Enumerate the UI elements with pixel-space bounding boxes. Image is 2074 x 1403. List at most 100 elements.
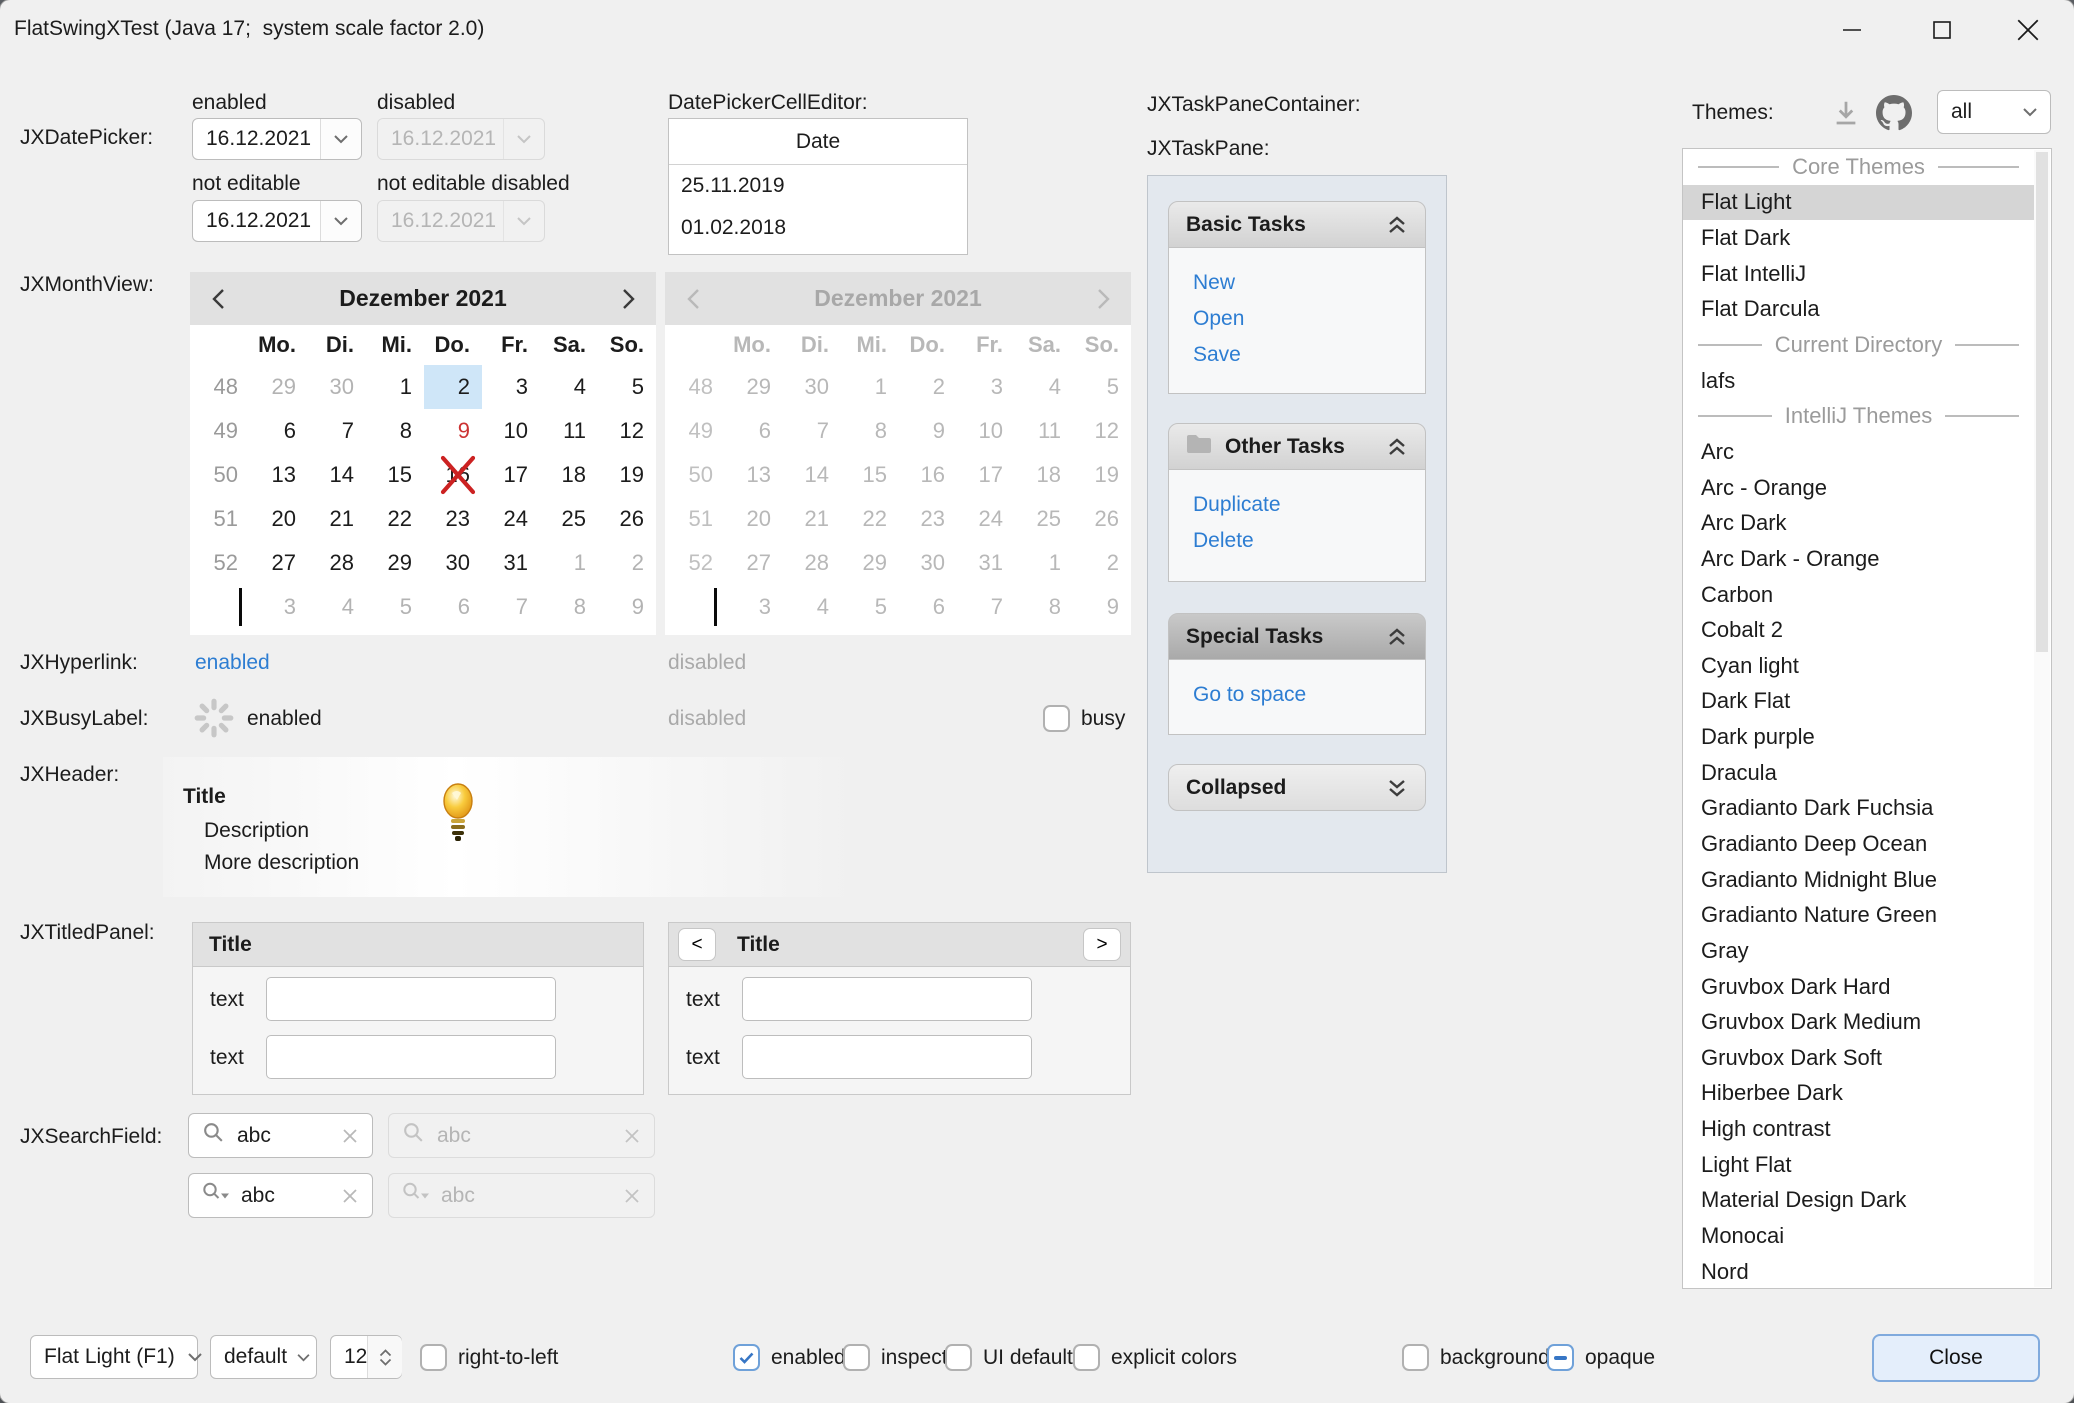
search-dropdown-icon[interactable] [201,1180,230,1211]
search-icon[interactable] [201,1120,226,1151]
checkbox-group-inspect[interactable]: inspect [843,1344,948,1371]
chevron-double-down-icon[interactable] [1386,777,1408,799]
day-cell[interactable]: 5 [598,365,656,409]
laf-combo[interactable]: Flat Light (F1) [30,1335,198,1379]
font-style-value[interactable]: default [211,1345,287,1369]
day-cell[interactable]: 17 [482,453,540,497]
day-cell[interactable]: 25 [540,497,598,541]
maximize-icon[interactable] [1906,0,1978,60]
checkbox-group-right-to-left[interactable]: right-to-left [420,1344,558,1371]
day-cell[interactable]: 5 [366,585,424,629]
day-cell[interactable]: 3 [482,365,540,409]
theme-item[interactable]: lafs [1683,363,2034,399]
theme-item[interactable]: Flat IntelliJ [1683,256,2034,292]
task-link[interactable]: New [1193,265,1425,301]
day-cell[interactable]: 23 [424,497,482,541]
search-input[interactable]: abc [237,1124,329,1148]
chevron-double-up-icon[interactable] [1386,436,1408,458]
theme-item[interactable]: Arc Dark [1683,505,2034,541]
datepicker-noteditable-value[interactable]: 16.12.2021 [193,209,320,233]
theme-item[interactable]: Monocai [1683,1218,2034,1254]
theme-item[interactable]: Flat Darcula [1683,292,2034,328]
search-field[interactable]: abc [188,1173,373,1218]
prev-month-button[interactable] [190,272,246,325]
monthview-enabled[interactable]: Dezember 2021Mo.Di.Mi.Do.Fr.Sa.So.482930… [190,272,656,635]
date-column-header[interactable]: Date [669,119,967,165]
theme-item[interactable]: Nord [1683,1254,2034,1289]
font-size-spinner[interactable]: 12 [330,1335,402,1379]
checkbox-group-explicit-colors[interactable]: explicit colors [1073,1344,1237,1371]
day-cell[interactable]: 27 [250,541,308,585]
datepicker-enabled-value[interactable]: 16.12.2021 [193,127,320,151]
checkbox-group-background[interactable]: background [1402,1344,1550,1371]
taskpane-header[interactable]: Basic Tasks [1168,201,1426,248]
titled-panel-text-field[interactable] [742,977,1032,1021]
github-icon[interactable] [1876,95,1912,136]
day-cell[interactable]: 29 [366,541,424,585]
chevron-down-icon[interactable] [320,201,361,241]
table-row[interactable]: 01.02.2018 [669,207,967,249]
theme-item[interactable]: Gradianto Midnight Blue [1683,862,2034,898]
next-month-button[interactable] [600,272,656,325]
theme-item[interactable]: High contrast [1683,1111,2034,1147]
theme-item[interactable]: Light Flat [1683,1147,2034,1183]
day-cell[interactable]: 13 [250,453,308,497]
titled-panel-left-button[interactable]: < [678,928,716,961]
day-cell[interactable]: 16 [424,453,482,497]
day-cell[interactable]: 1 [540,541,598,585]
checkbox[interactable] [733,1344,760,1371]
day-cell[interactable]: 24 [482,497,540,541]
taskpane-header[interactable]: Other Tasks [1168,423,1426,470]
day-cell[interactable]: 8 [540,585,598,629]
checkbox[interactable] [420,1344,447,1371]
theme-item[interactable]: Gray [1683,933,2034,969]
theme-item[interactable]: Gradianto Deep Ocean [1683,826,2034,862]
theme-item[interactable]: Gruvbox Dark Medium [1683,1004,2034,1040]
chevron-double-up-icon[interactable] [1386,214,1408,236]
minimize-icon[interactable] [1816,0,1888,60]
scrollbar-track[interactable] [2034,150,2050,1287]
day-cell[interactable]: 7 [482,585,540,629]
day-cell[interactable]: 29 [250,365,308,409]
theme-item[interactable]: Hiberbee Dark [1683,1076,2034,1112]
day-cell[interactable]: 21 [308,497,366,541]
day-cell[interactable]: 8 [366,409,424,453]
task-link[interactable]: Delete [1193,523,1425,559]
themes-filter-combo[interactable]: all [1937,90,2051,134]
theme-item[interactable]: Dark Flat [1683,684,2034,720]
theme-item[interactable]: Dark purple [1683,719,2034,755]
datepicker-enabled[interactable]: 16.12.2021 [192,118,362,160]
table-row[interactable]: 25.11.2019 [669,165,967,207]
titled-panel-text-field[interactable] [742,1035,1032,1079]
checkbox-group-opaque[interactable]: opaque [1547,1344,1655,1371]
day-cell[interactable]: 4 [540,365,598,409]
day-cell[interactable]: 6 [424,585,482,629]
download-icon[interactable] [1831,98,1861,133]
close-button[interactable]: Close [1872,1334,2040,1382]
close-icon[interactable] [1992,0,2064,60]
day-cell[interactable]: 30 [308,365,366,409]
checkbox-group-enabled[interactable]: enabled [733,1344,846,1371]
titled-panel-text-field[interactable] [266,977,556,1021]
chevron-down-icon[interactable] [175,1336,215,1378]
theme-item[interactable]: Arc - Orange [1683,470,2034,506]
day-cell[interactable]: 10 [482,409,540,453]
theme-item[interactable]: Arc Dark - Orange [1683,541,2034,577]
font-style-combo[interactable]: default [210,1335,317,1379]
checkbox[interactable] [1547,1344,1574,1371]
checkbox[interactable] [945,1344,972,1371]
task-link[interactable]: Go to space [1193,677,1425,713]
day-cell[interactable]: 11 [540,409,598,453]
day-cell[interactable]: 31 [482,541,540,585]
busy-checkbox[interactable] [1043,705,1070,732]
day-cell[interactable]: 20 [250,497,308,541]
spinner-up-down-icons[interactable] [367,1336,402,1378]
titled-panel-right-button[interactable]: > [1083,928,1121,961]
font-size-value[interactable]: 12 [331,1345,367,1369]
busy-checkbox-group[interactable]: busy [1043,705,1125,732]
checkbox[interactable] [1402,1344,1429,1371]
taskpane-header[interactable]: Special Tasks [1168,613,1426,660]
theme-item[interactable]: Cobalt 2 [1683,612,2034,648]
themes-filter-value[interactable]: all [1938,100,2010,124]
theme-item[interactable]: Flat Light [1683,185,2034,221]
